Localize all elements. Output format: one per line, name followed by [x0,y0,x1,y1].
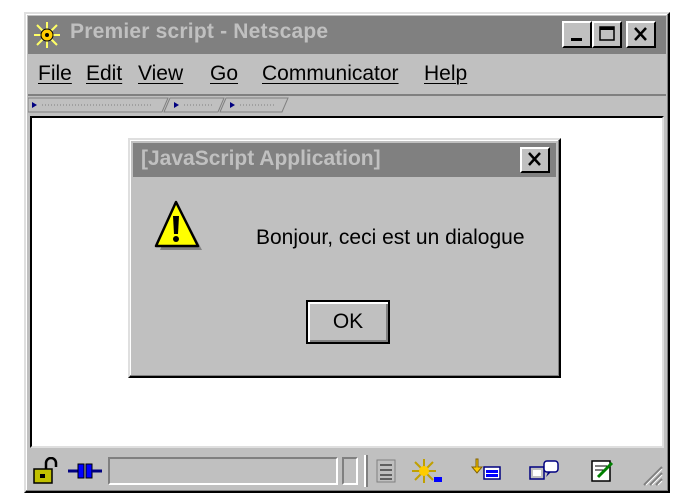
window-title: Premier script - Netscape [70,20,329,43]
menu-help[interactable]: Help [424,62,467,86]
menu-communicator[interactable]: Communicator [262,62,399,86]
minimize-icon [571,38,582,41]
mail-icon[interactable] [470,457,504,485]
navigator-icon[interactable] [410,457,444,485]
menu-go[interactable]: Go [210,62,238,86]
toolbar-tabs[interactable] [28,97,328,115]
dialog-title-bar[interactable]: [JavaScript Application] [133,143,556,177]
title-bar[interactable]: Premier script - Netscape [28,16,666,54]
close-icon [528,152,541,166]
status-message-field [108,457,338,485]
close-icon [634,27,647,41]
alert-dialog: [JavaScript Application] Bonjour, ceci e… [128,138,561,378]
status-bar [28,450,666,490]
dialog-close-button[interactable] [520,147,550,173]
connection-plug-icon[interactable] [68,457,102,485]
maximize-button[interactable] [592,21,622,48]
maximize-icon [599,26,615,41]
discussion-icon[interactable] [528,457,562,485]
menu-edit[interactable]: Edit [86,62,122,86]
list-icon[interactable] [376,457,400,485]
dialog-title: [JavaScript Application] [141,147,381,170]
ok-button[interactable]: OK [306,300,390,344]
composer-icon[interactable] [590,457,616,485]
menu-bar: File Edit View Go Communicator Help [28,58,666,92]
collapsed-toolbars [28,94,666,117]
netscape-icon [32,20,62,50]
component-bar-grip[interactable] [364,455,368,487]
dialog-message: Bonjour, ceci est un dialogue [256,226,525,249]
close-button[interactable] [626,21,656,48]
minimize-button[interactable] [562,21,592,48]
menu-view[interactable]: View [138,62,183,86]
resize-grip-icon[interactable] [640,463,664,487]
menu-file[interactable]: File [38,62,72,86]
progress-field [342,457,358,485]
security-lock-icon[interactable] [32,457,62,485]
warning-icon [154,200,202,250]
